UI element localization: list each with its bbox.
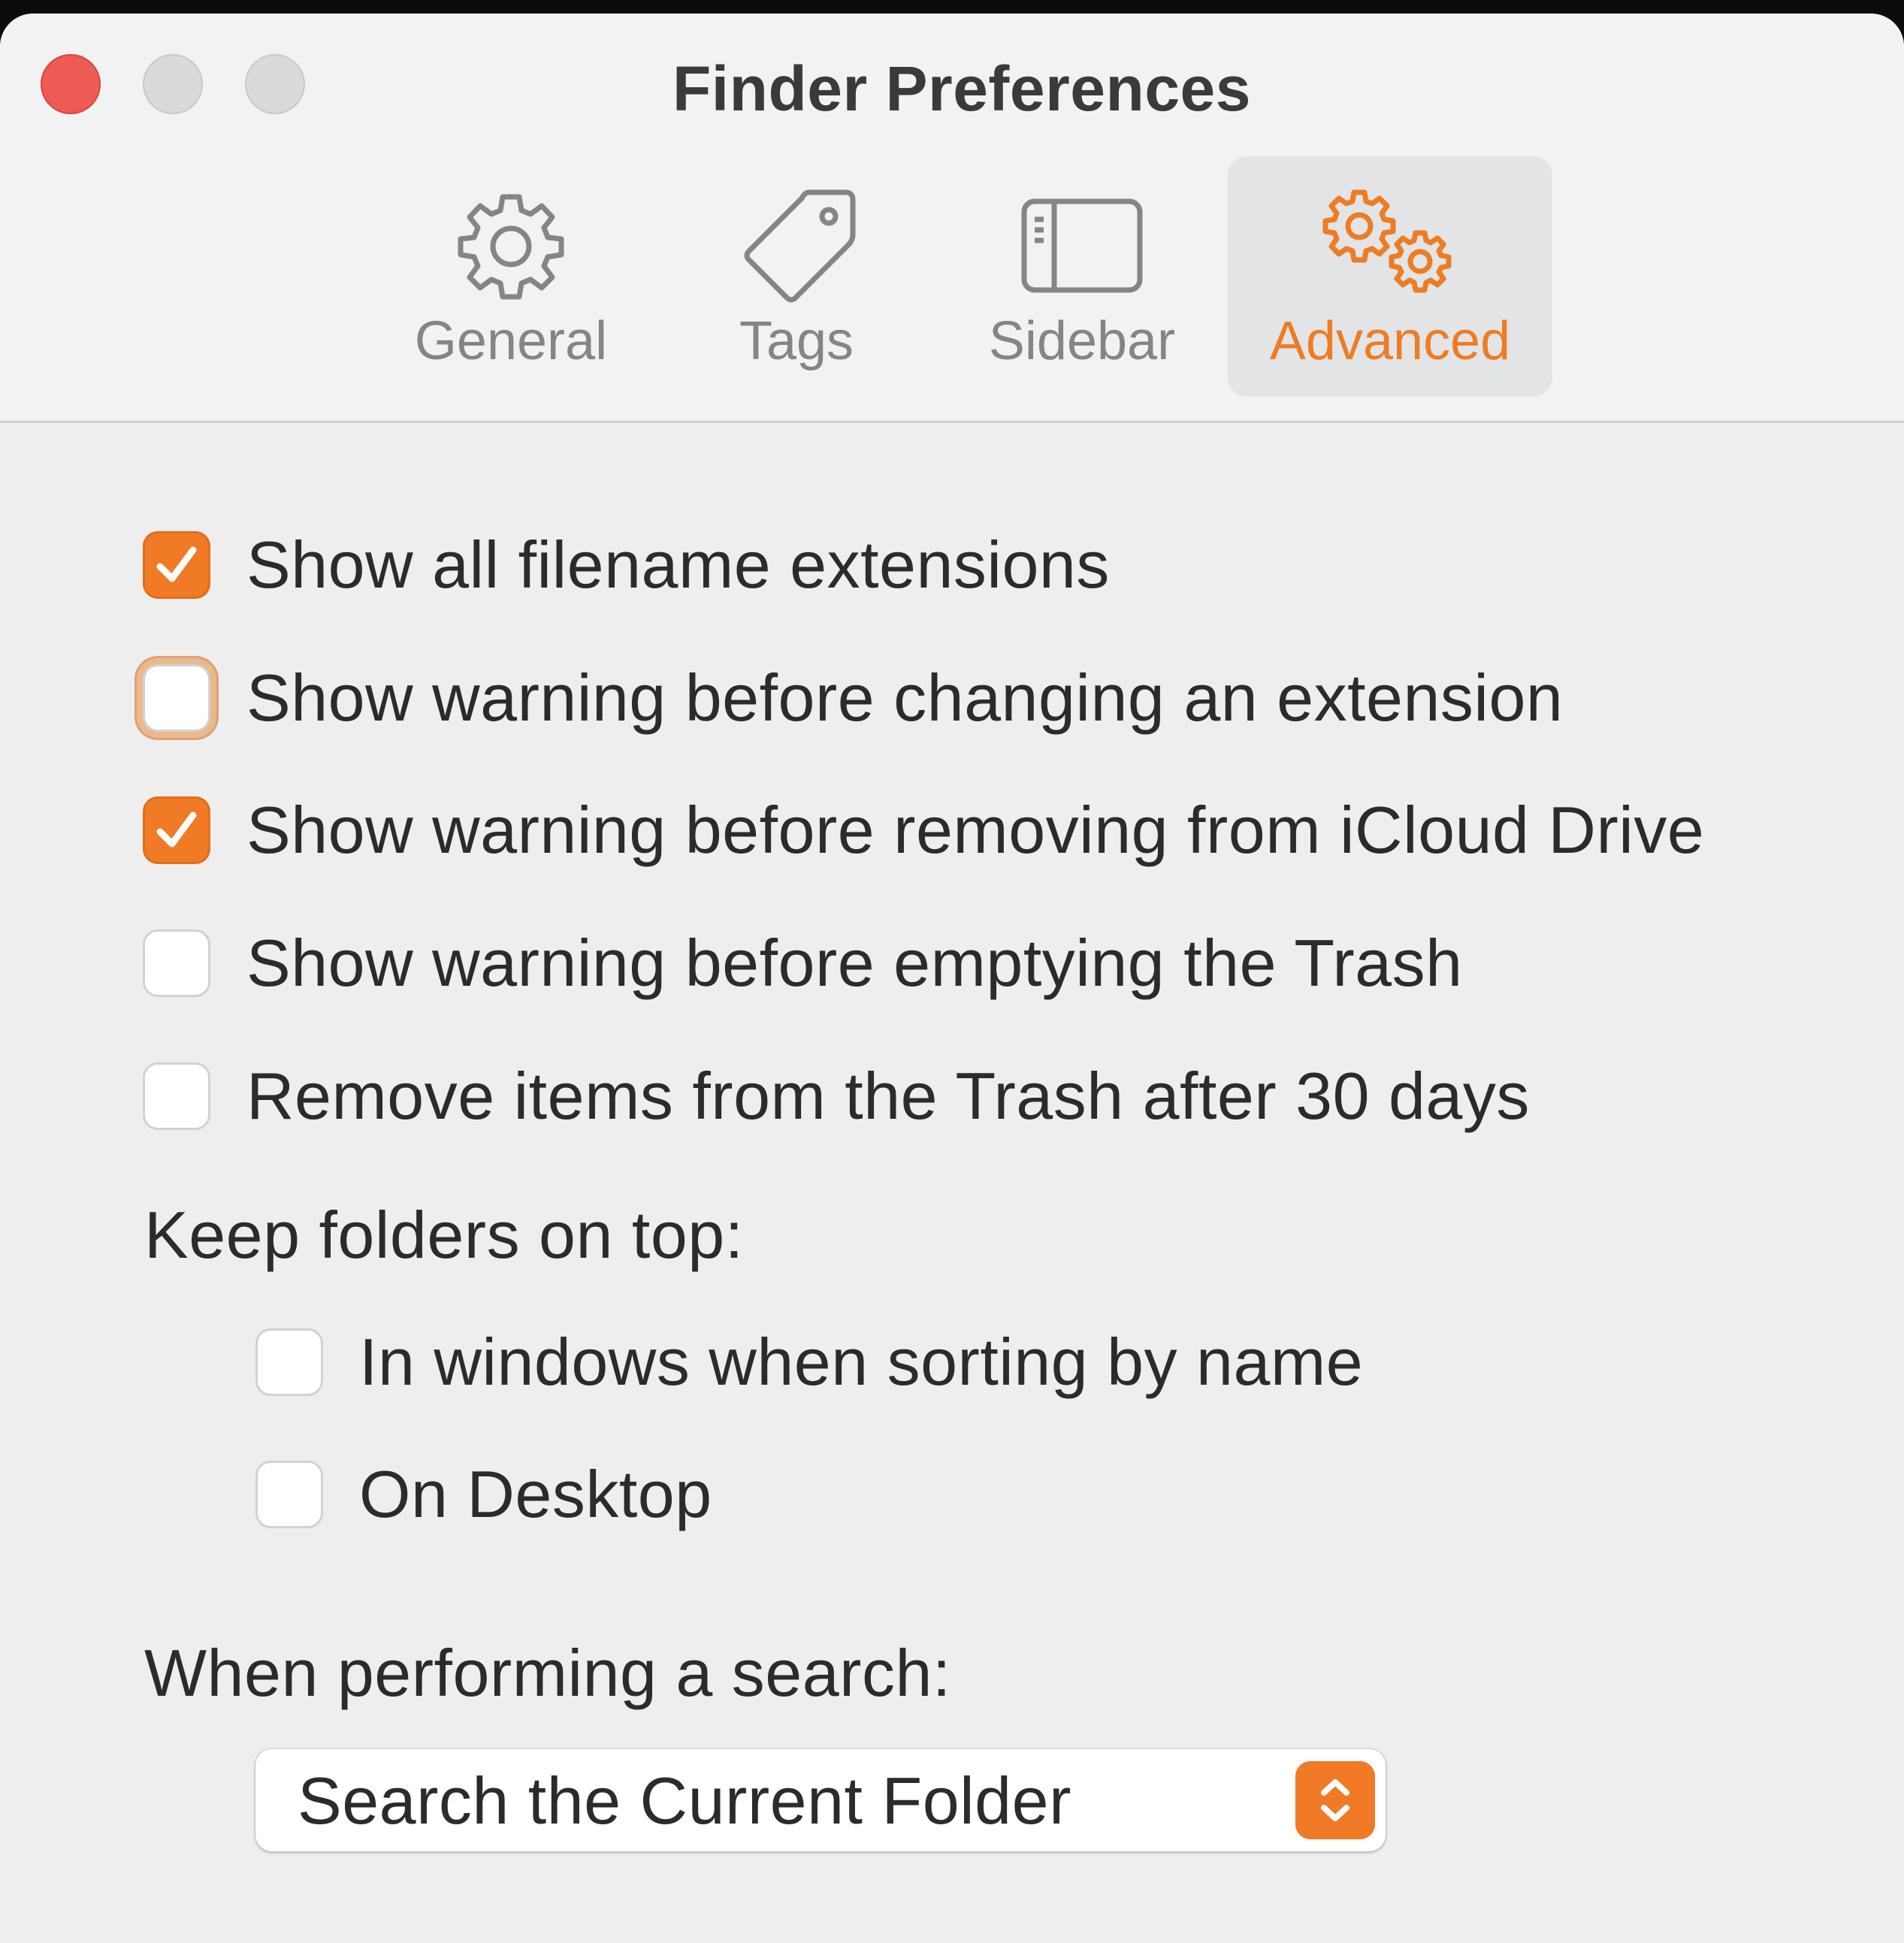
warn-change-extension-checkbox[interactable] [143,664,210,732]
window-title: Finder Preferences [672,53,1251,124]
tab-advanced-label: Advanced [1269,311,1511,371]
tab-tags[interactable]: Tags [676,156,917,397]
finder-preferences-window: Finder Preferences General Tags Sidebar … [0,14,1904,1943]
checkmark-icon [156,546,197,582]
chevron-up-down-icon [1321,1779,1349,1821]
search-scope-value: Search the Current Folder [298,1763,1071,1838]
option-warn-change-extension[interactable]: Show warning before changing an extensio… [143,657,1563,739]
remove-trash-30-days-checkbox[interactable] [143,1062,210,1130]
folders-top-windows-checkbox[interactable] [255,1328,323,1396]
search-heading: When performing a search: [144,1636,951,1710]
option-folders-top-windows[interactable]: In windows when sorting by name [255,1321,1363,1404]
tab-tags-label: Tags [739,311,854,371]
option-label: On Desktop [359,1457,712,1531]
option-warn-icloud[interactable]: Show warning before removing from iCloud… [143,789,1704,872]
titlebar: Finder Preferences General Tags Sidebar … [0,14,1904,423]
popup-stepper[interactable] [1295,1761,1375,1839]
tab-sidebar-label: Sidebar [988,311,1176,371]
folders-top-desktop-checkbox[interactable] [255,1461,323,1528]
sidebar-icon [962,186,1202,307]
show-extensions-checkbox[interactable] [143,531,210,599]
gears-icon [1228,186,1552,307]
option-label: Show warning before emptying the Trash [246,926,1463,1000]
checkmark-icon [156,811,197,848]
tab-sidebar[interactable]: Sidebar [962,156,1202,397]
tab-general[interactable]: General [391,156,631,397]
warn-icloud-checkbox[interactable] [143,796,210,864]
option-label: Show warning before changing an extensio… [246,660,1564,735]
search-scope-popup[interactable]: Search the Current Folder [255,1749,1386,1851]
tab-general-label: General [414,311,608,371]
tag-icon [676,186,917,307]
warn-empty-trash-checkbox[interactable] [143,929,210,997]
option-label: In windows when sorting by name [359,1325,1364,1399]
option-folders-top-desktop[interactable]: On Desktop [255,1453,712,1536]
option-label: Show all filename extensions [246,527,1110,602]
option-warn-empty-trash[interactable]: Show warning before emptying the Trash [143,922,1463,1005]
option-remove-trash-30-days[interactable]: Remove items from the Trash after 30 day… [143,1055,1530,1138]
gear-icon [391,186,631,307]
option-label: Show warning before removing from iCloud… [246,793,1705,867]
tab-advanced[interactable]: Advanced [1228,156,1552,397]
option-show-extensions[interactable]: Show all filename extensions [143,524,1110,606]
keep-folders-heading: Keep folders on top: [144,1198,744,1272]
option-label: Remove items from the Trash after 30 day… [246,1059,1530,1133]
